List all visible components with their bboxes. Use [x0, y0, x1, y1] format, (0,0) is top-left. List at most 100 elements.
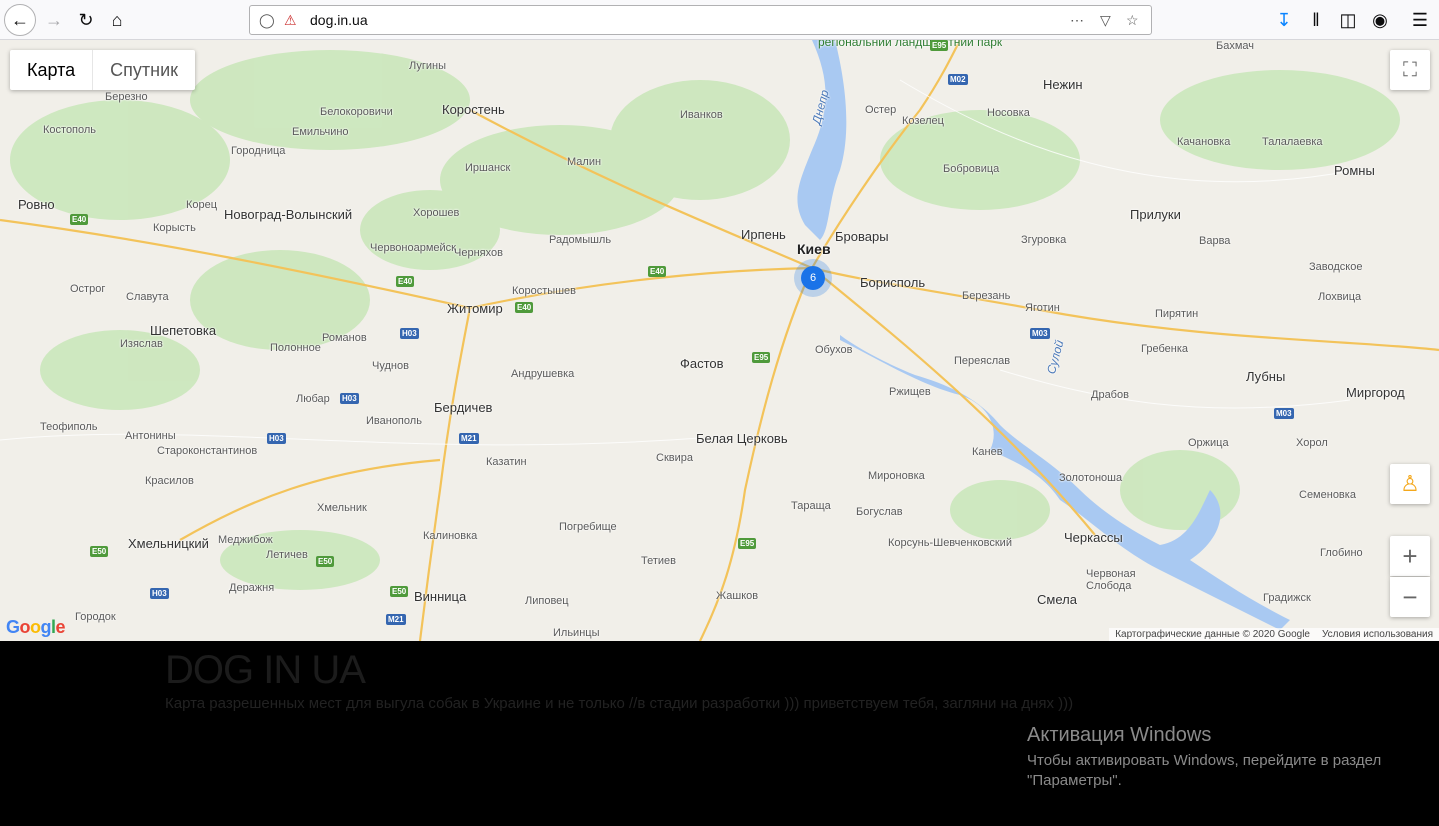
city-label: Хмельник — [317, 502, 367, 514]
city-label: Заводское — [1309, 261, 1363, 273]
map-type-map-button[interactable]: Карта — [10, 50, 94, 90]
city-label: Жашков — [716, 590, 759, 602]
city-label: Коростышев — [512, 285, 576, 297]
city-label: Пирятин — [1155, 308, 1199, 320]
sidebar-icon[interactable]: ◫ — [1332, 4, 1364, 36]
city-label: Ирпень — [741, 227, 786, 242]
city-label: Бровары — [835, 229, 889, 244]
map-type-satellite-button[interactable]: Спутник — [93, 50, 195, 90]
city-label: Гребенка — [1141, 343, 1188, 355]
google-logo: Google — [6, 617, 66, 637]
city-label: Малин — [567, 156, 602, 168]
city-label: Бахмач — [1216, 40, 1255, 52]
map-background — [0, 40, 1439, 641]
back-arrow-icon[interactable]: ← — [4, 4, 36, 36]
home-icon[interactable]: ⌂ — [101, 4, 133, 36]
city-label: Згуровка — [1021, 234, 1067, 246]
city-label: Черняхов — [454, 247, 503, 259]
bookmark-star-icon[interactable]: ☆ — [1126, 12, 1139, 29]
city-label: Остер — [865, 104, 897, 116]
city-label: Оржица — [1188, 437, 1229, 449]
city-label: Семеновка — [1299, 489, 1356, 501]
map[interactable]: регіональний ландшафтний парк Днепр Суло… — [0, 40, 1439, 641]
page-title: DOG IN UA — [165, 648, 366, 692]
fullscreen-icon[interactable]: ⛶ — [1390, 50, 1430, 90]
city-label: Червоная Слобода — [1086, 568, 1136, 592]
city-label: Черкассы — [1064, 530, 1123, 545]
road-shield: M03 — [1274, 408, 1294, 419]
marker-cluster[interactable]: 6 — [794, 259, 832, 297]
city-label: Березно — [105, 91, 148, 103]
pegman-icon[interactable]: ♙ — [1390, 464, 1430, 504]
road-shield: E95 — [752, 352, 771, 363]
city-label: Ржищев — [889, 386, 931, 398]
city-label: Меджибож — [218, 534, 273, 546]
city-label: Новоград-Волынский — [224, 207, 353, 222]
library-icon[interactable]: ‖ — [1300, 4, 1332, 36]
city-label: Березань — [962, 290, 1011, 302]
shield-icon[interactable]: ◯ — [259, 12, 275, 29]
insecure-lock-icon[interactable]: ⚠ — [284, 12, 297, 29]
city-label: Житомир — [447, 301, 503, 316]
city-label: Лугины — [409, 60, 446, 72]
zoom-out-button[interactable]: − — [1390, 577, 1430, 617]
city-label: Ровно — [18, 197, 55, 212]
city-label: Миргород — [1346, 385, 1405, 400]
road-shield: H03 — [340, 393, 359, 404]
city-label: Городок — [75, 611, 116, 623]
road-shield: M21 — [386, 614, 406, 625]
city-label: Коростень — [442, 102, 505, 117]
road-shield: E50 — [316, 556, 335, 567]
city-label: Полонное — [270, 342, 321, 354]
road-shield: E40 — [648, 266, 667, 277]
road-shield: H03 — [150, 588, 169, 599]
city-label: Обухов — [815, 344, 853, 356]
windows-activation-heading: Активация Windows — [1027, 724, 1212, 746]
reload-icon[interactable]: ↻ — [70, 4, 102, 36]
city-label: Теофиполь — [40, 421, 98, 433]
city-label: Андрушевка — [511, 368, 575, 380]
downloads-icon[interactable]: ↧ — [1268, 4, 1300, 36]
zoom-in-button[interactable]: + — [1390, 536, 1430, 576]
city-label: Городница — [231, 145, 286, 157]
city-label: Носовка — [987, 107, 1030, 119]
city-label: Фастов — [680, 356, 724, 371]
city-label: Хорол — [1296, 437, 1328, 449]
forward-arrow-icon[interactable]: → — [38, 4, 70, 36]
url-text[interactable]: dog.in.ua — [310, 12, 368, 28]
road-shield: M03 — [1030, 328, 1050, 339]
city-label: Сквира — [656, 452, 693, 464]
city-label: Казатин — [486, 456, 527, 468]
city-label: Золотоноша — [1059, 472, 1123, 484]
city-label: Лубны — [1246, 369, 1286, 384]
city-label: Иванков — [680, 109, 723, 121]
terms-link[interactable]: Условия использования — [1322, 629, 1433, 640]
road-shield: E50 — [390, 586, 409, 597]
city-label: Богуслав — [856, 506, 903, 518]
city-label: Романов — [322, 332, 367, 344]
road-shield: E40 — [70, 214, 89, 225]
city-label: Козелец — [902, 115, 944, 127]
road-shield: M21 — [459, 433, 479, 444]
page-actions-icon[interactable]: ⋯ — [1070, 12, 1084, 29]
city-label: Антонины — [125, 430, 176, 442]
city-label: Иршанск — [465, 162, 511, 174]
city-label: Смела — [1037, 592, 1077, 607]
road-shield: M02 — [948, 74, 968, 85]
browser-toolbar: ← → ↻ ⌂ ◯ ⚠ dog.in.ua ⋯ ▽ ☆ ↧ ‖ ◫ ◉ ☰ — [0, 0, 1439, 40]
pocket-icon[interactable]: ▽ — [1100, 12, 1111, 29]
road-shield: E40 — [396, 276, 415, 287]
city-label: Тараща — [791, 500, 831, 512]
city-label: Варва — [1199, 235, 1231, 247]
cluster-count: 6 — [801, 266, 825, 290]
road-shield: E40 — [515, 302, 534, 313]
menu-icon[interactable]: ☰ — [1404, 4, 1436, 36]
road-shield: H03 — [400, 328, 419, 339]
road-shield: H03 — [267, 433, 286, 444]
city-label: Ильинцы — [553, 627, 600, 639]
url-bar[interactable]: ◯ ⚠ dog.in.ua ⋯ ▽ ☆ — [249, 5, 1152, 35]
city-label: Староконстантинов — [157, 445, 258, 457]
city-label: Глобино — [1320, 547, 1363, 559]
city-label: Калиновка — [423, 530, 478, 542]
account-icon[interactable]: ◉ — [1364, 4, 1396, 36]
